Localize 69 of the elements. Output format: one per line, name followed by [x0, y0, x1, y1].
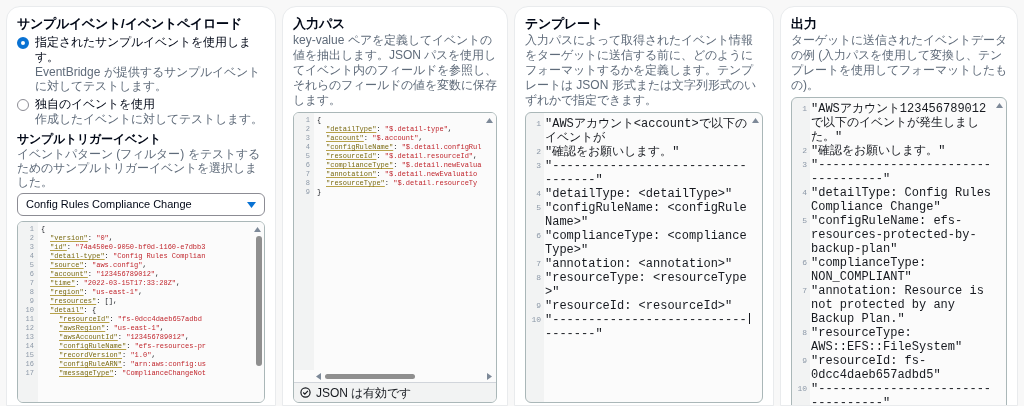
code-line: "configRuleName: efs-resources-protected-by-backup-plan"	[810, 214, 978, 256]
code-line: "resourceId: fs-0dcc4daeb657adbd5"	[810, 354, 942, 382]
code-line: "configRuleName: <configRuleName>"	[544, 201, 748, 229]
caret-down-icon	[247, 201, 256, 208]
code-line: "確認をお願いします。"	[810, 144, 946, 158]
radio-description: 作成したイベントに対してテストします。	[35, 112, 263, 126]
section-description: イベントパターン (フィルター) をテストするためのサンプルトリガーイベントを選択しました。	[17, 147, 261, 189]
code-line: "resourceId: <resourceId>"	[544, 299, 733, 313]
code-line: "detailType: Config Rules Compliance Change"	[810, 186, 993, 214]
line-number: 9	[535, 300, 542, 312]
line-number: 8	[801, 327, 808, 339]
panel-description: ターゲットに送信されたイベントデータの例 (入力パスを使用して変換し、テンプレートを使用してフォーマットしたもの)。	[791, 33, 1007, 93]
radio-description: EventBridge が提供するサンプルイベントに対してテストします。	[35, 65, 261, 93]
line-number: 4	[535, 188, 542, 200]
code-line: "complianceType: NON_COMPLIANT"	[810, 256, 928, 284]
code-editor[interactable]	[525, 112, 763, 403]
line-number: 1	[535, 118, 542, 130]
validation-status: JSON は有効です	[316, 384, 412, 402]
line-number: 4	[801, 187, 808, 199]
code-line: "annotation: <annotation>"	[544, 257, 733, 271]
scroll-left-icon[interactable]	[316, 372, 321, 380]
scroll-up-icon[interactable]	[486, 118, 493, 123]
line-number: 3	[535, 160, 542, 172]
event-select[interactable]: Config Rules Compliance Change	[17, 193, 265, 216]
code-line: "AWSアカウント123456789012で以下のイベントが発生しました。"	[810, 102, 988, 144]
code-line: "complianceType: <complianceType>"	[544, 229, 748, 257]
panel-title: 出力	[791, 15, 818, 33]
line-number: 7	[535, 258, 542, 270]
panel-title: 入力パス	[293, 15, 346, 33]
panel-title: テンプレート	[525, 15, 604, 33]
line-number: 10	[796, 383, 808, 395]
code-line: "----------------------------------"	[544, 313, 748, 341]
panel-description: key-value ペアを定義してイベントの値を抽出します。JSON パスを使用してイベント内のフィールドを参照し、それらのフィールドの値を変数に保存します。	[293, 33, 497, 108]
scroll-up-icon[interactable]	[752, 118, 759, 123]
line-number: 5	[801, 215, 808, 227]
scroll-up-icon[interactable]	[254, 227, 261, 232]
line-number: 2	[535, 146, 542, 158]
radio-button[interactable]	[17, 99, 29, 111]
section-title: サンプルトリガーイベント	[17, 131, 162, 147]
line-number: 5	[535, 202, 542, 214]
code-line: "detailType: <detailType>"	[544, 187, 733, 201]
horizontal-scrollbar-thumb[interactable]	[325, 373, 415, 379]
scroll-right-icon[interactable]	[487, 372, 492, 380]
line-number: 3	[801, 159, 808, 171]
radio-button[interactable]	[17, 37, 29, 49]
line-number: 1	[801, 103, 808, 115]
radio-label[interactable]: 指定されたサンプルイベントを使用します。	[35, 35, 265, 65]
code-line: "resourceType: AWS::EFS::FileSystem"	[810, 326, 964, 354]
panel-description: 入力パスによって取得されたイベント情報をターゲットに送信する前に、どのようにフォーマットするかを定義します。テンプレートは JSON 形式または文字列形式のいずれかで指定できます。	[525, 33, 757, 108]
scrollbar-thumb[interactable]	[256, 236, 262, 366]
line-number: 2	[801, 145, 808, 157]
code-line: "annotation: Resource is not protected by any Backup Plan."	[810, 284, 985, 326]
line-number: 7	[801, 285, 808, 297]
check-circle-icon	[300, 387, 311, 398]
panel-title: サンプルイベント/イベントペイロード	[17, 15, 243, 33]
code-line: "----------------------------------"	[810, 158, 993, 186]
code-line: "----------------------------------"	[810, 382, 993, 405]
radio-label[interactable]: 独自のイベントを使用	[35, 97, 263, 112]
line-number: 9	[801, 355, 808, 367]
code-line: "確認をお願いします。"	[544, 145, 680, 159]
line-number: 6	[801, 257, 808, 269]
code-line: "AWSアカウント<account>で以下のイベントが	[544, 117, 748, 145]
scroll-up-icon[interactable]	[996, 103, 1003, 108]
line-number: 6	[535, 230, 542, 242]
line-number: 10	[530, 314, 542, 326]
code-editor[interactable]	[791, 97, 1007, 405]
code-line: "----------------------------------"	[544, 159, 748, 187]
code-line: "resourceType: <resourceType>"	[544, 271, 748, 299]
line-number: 8	[535, 272, 542, 284]
